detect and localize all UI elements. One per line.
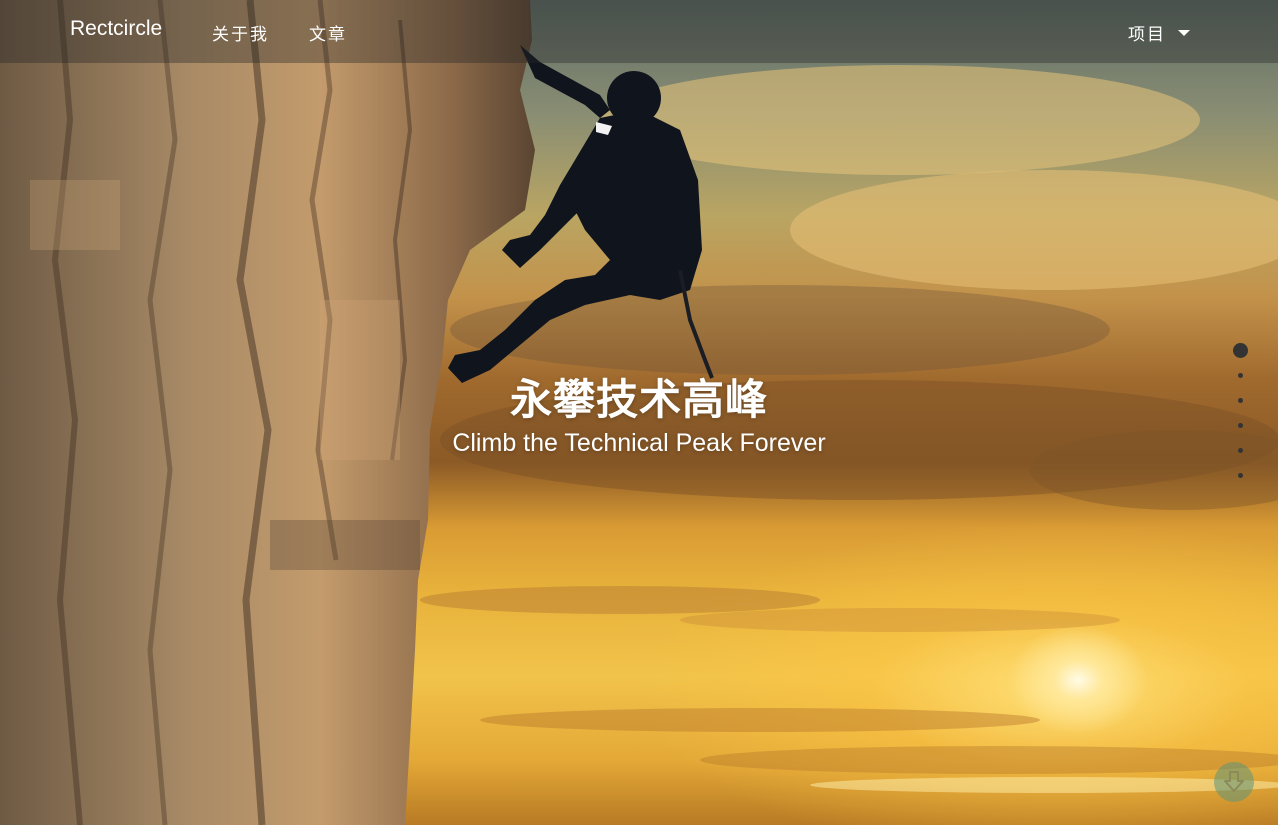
section-dot-1[interactable] [1233,343,1248,358]
section-dot-nav [1230,342,1250,482]
hero-section: Rectcircle 关于我 文章 项目 永攀技术高峰 Climb the Te… [0,0,1278,825]
arrow-down-icon [1224,771,1244,792]
hero-title: 永攀技术高峰 [509,375,768,424]
brand-logo-link[interactable]: Rectcircle [70,17,162,41]
section-dot-2[interactable] [1238,373,1243,378]
nav-dropdown-projects[interactable]: 项目 [1128,20,1166,45]
top-navbar: Rectcircle 关于我 文章 项目 [0,0,1278,63]
section-dot-5[interactable] [1238,448,1243,453]
caret-down-icon[interactable] [1178,30,1190,36]
scroll-down-button[interactable] [1214,762,1254,802]
section-dot-3[interactable] [1238,398,1243,403]
section-dot-4[interactable] [1238,423,1243,428]
section-dot-6[interactable] [1238,473,1243,478]
nav-link-articles[interactable]: 文章 [309,20,347,45]
hero-subtitle: Climb the Technical Peak Forever [452,429,826,457]
nav-link-about[interactable]: 关于我 [212,20,269,45]
